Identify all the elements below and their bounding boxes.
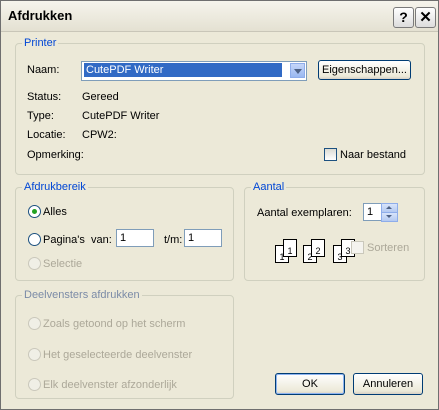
type-value: CutePDF Writer: [82, 110, 160, 122]
printer-select[interactable]: CutePDF Writer: [81, 61, 307, 81]
status-value: Gereed: [82, 91, 119, 103]
close-icon: ✕: [419, 9, 432, 26]
ok-button[interactable]: OK: [275, 373, 345, 395]
page-icon: 2: [311, 239, 325, 257]
frames-group-label: Deelvensters afdrukken: [24, 289, 140, 301]
cancel-button[interactable]: Annuleren: [353, 373, 423, 395]
type-label: Type:: [27, 110, 54, 122]
location-label: Locatie:: [27, 129, 66, 141]
frames-selected-radio[interactable]: [28, 348, 41, 361]
range-pages-label[interactable]: Pagina's: [43, 234, 85, 246]
spin-down-icon[interactable]: [381, 212, 398, 222]
frames-as-shown-label[interactable]: Zoals getoond op het scherm: [43, 318, 185, 330]
frames-each-label[interactable]: Elk deelvenster afzonderlijk: [43, 379, 177, 391]
printer-select-value: CutePDF Writer: [84, 63, 282, 77]
print-to-file-checkbox[interactable]: [324, 148, 337, 161]
copies-group: Aantal: [244, 181, 425, 281]
help-icon: ?: [399, 9, 408, 25]
properties-button[interactable]: Eigenschappen...: [318, 60, 411, 80]
range-selection-radio[interactable]: [28, 257, 41, 270]
copies-count-label: Aantal exemplaren:: [257, 207, 352, 219]
print-to-file-label[interactable]: Naar bestand: [340, 149, 406, 161]
range-selection-label[interactable]: Selectie: [43, 258, 82, 270]
copies-count-input[interactable]: 1: [363, 203, 383, 221]
frames-each-radio[interactable]: [28, 378, 41, 391]
help-button[interactable]: ?: [393, 7, 414, 28]
from-page-input[interactable]: 1: [116, 229, 154, 247]
from-label: van:: [91, 234, 112, 246]
close-button[interactable]: ✕: [415, 7, 436, 28]
frames-selected-label[interactable]: Het geselecteerde deelvenster: [43, 349, 192, 361]
printer-name-label: Naam:: [27, 64, 60, 76]
copies-group-label: Aantal: [253, 181, 285, 193]
range-pages-radio[interactable]: [28, 233, 41, 246]
collate-label[interactable]: Sorteren: [367, 242, 409, 254]
dialog-title: Afdrukken: [8, 8, 73, 23]
copies-spinner[interactable]: [381, 203, 398, 222]
collate-checkbox[interactable]: [351, 241, 364, 254]
to-label: t/m:: [164, 234, 183, 246]
range-all-label[interactable]: Alles: [43, 206, 67, 218]
print-range-group-label: Afdrukbereik: [24, 181, 86, 193]
printer-group-label: Printer: [24, 37, 57, 49]
page-icon: 1: [283, 239, 297, 257]
print-dialog: Afdrukken ? ✕ Printer Naam: CutePDF Writ…: [0, 0, 439, 410]
title-bar[interactable]: Afdrukken ? ✕: [1, 1, 438, 32]
to-page-input[interactable]: 1: [184, 229, 222, 247]
location-value: CPW2:: [82, 129, 117, 141]
comment-label: Opmerking:: [27, 149, 84, 161]
frames-as-shown-radio[interactable]: [28, 317, 41, 330]
status-label: Status:: [27, 91, 62, 103]
range-all-radio[interactable]: [28, 205, 41, 218]
chevron-down-icon[interactable]: [290, 63, 305, 78]
